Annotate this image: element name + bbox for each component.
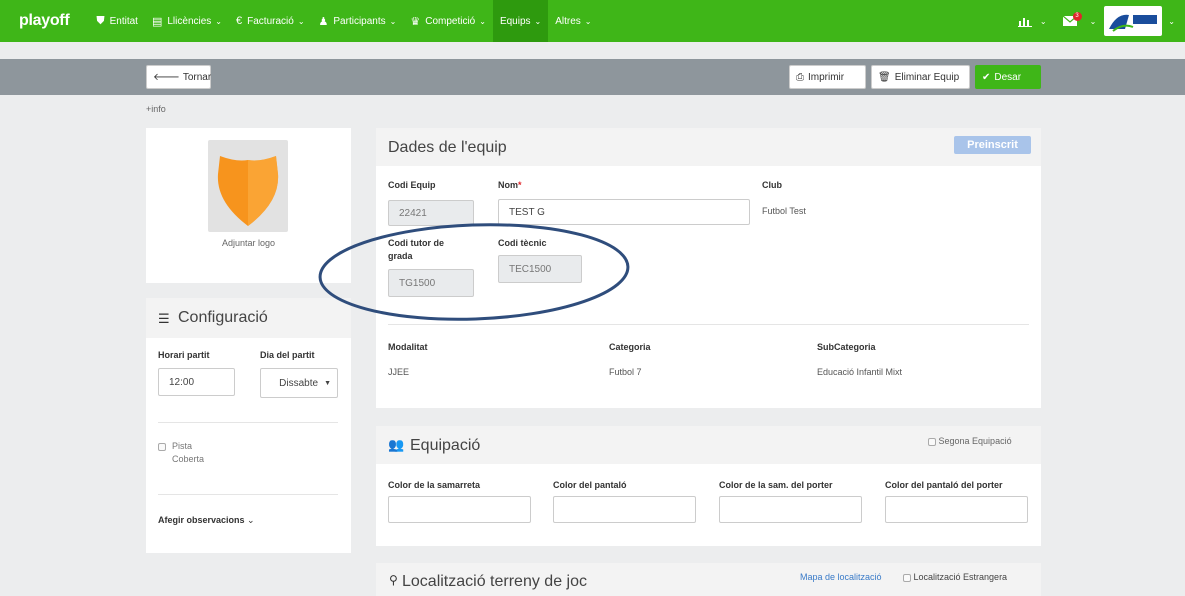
configuration-card: ☰ Configuració Horari partit Dia del par… <box>146 298 351 553</box>
status-badge: Preinscrit <box>954 136 1031 154</box>
bar-chart-icon <box>1017 17 1032 27</box>
delete-team-button[interactable]: 🗑 Eliminar Equip <box>871 65 970 89</box>
category-value: Futbol 7 <box>609 367 642 377</box>
trophy-icon: ♛ <box>410 15 421 28</box>
nav-item-entitat[interactable]: ⛊ Entitat <box>89 0 145 42</box>
tutor-code-input[interactable]: TG1500 <box>388 269 474 297</box>
match-day-select[interactable]: Dissabte ▼ <box>260 368 338 398</box>
tech-code-input[interactable]: TEC1500 <box>498 255 582 283</box>
nav-item-equips[interactable]: Equips ⌄ <box>492 0 549 42</box>
id-card-icon: ▤ <box>151 15 163 28</box>
attach-logo-link[interactable]: Adjuntar logo <box>146 238 351 248</box>
chevron-down-icon: ⌄ <box>1039 16 1047 26</box>
map-marker-icon: ⚲ <box>389 573 398 587</box>
nav-item-altres[interactable]: Altres ⌄ <box>548 0 598 42</box>
chevron-down-icon: ⌄ <box>534 16 542 26</box>
brand-logo[interactable]: playoff <box>19 12 70 30</box>
chevron-down-icon: ⌄ <box>215 16 222 26</box>
match-time-label: Horari partit <box>158 350 210 360</box>
kit-card: 👥 Equipació Segona Equipació Color de la… <box>376 426 1041 546</box>
users-icon: 👥 <box>388 437 405 452</box>
chevron-down-icon[interactable]: ⌄ <box>1168 17 1175 26</box>
action-bar: 🡐 Tornar ⎙ Imprimir 🗑 Eliminar Equip ✔ Desar <box>0 59 1185 95</box>
more-info-link[interactable]: +info <box>146 104 166 114</box>
nav-item-facturacio[interactable]: € Facturació ⌄ <box>229 0 312 42</box>
foreign-location-checkbox[interactable] <box>903 573 911 582</box>
nav-item-participants[interactable]: ♟ Participants ⌄ <box>312 0 404 42</box>
user-icon: ♟ <box>318 15 329 28</box>
kit-title: Equipació <box>410 437 481 454</box>
config-title: Configuració <box>178 309 268 326</box>
save-button[interactable]: ✔ Desar <box>975 65 1041 89</box>
shorts-color-label: Color del pantaló <box>553 480 627 490</box>
shirt-color-label: Color de la samarreta <box>388 480 481 490</box>
logo-placeholder[interactable] <box>208 140 288 232</box>
shirt-color-input[interactable] <box>388 496 531 523</box>
shorts-color-input[interactable] <box>553 496 696 523</box>
club-label: Club <box>762 180 782 190</box>
gk-shirt-color-label: Color de la sam. del porter <box>719 480 833 490</box>
match-day-label: Dia del partit <box>260 350 315 360</box>
location-map-link[interactable]: Mapa de localització <box>800 572 882 582</box>
gk-shorts-color-input[interactable] <box>885 496 1028 523</box>
team-code-input[interactable]: 22421 <box>388 200 474 226</box>
tech-code-label: Codi tècnic <box>498 238 547 248</box>
top-navbar: playoff ⛊ Entitat ▤ Llicències ⌄ € Facturaci… <box>0 0 1185 42</box>
trash-icon: 🗑 <box>878 71 891 83</box>
tutor-code-label-2: grada <box>388 251 413 261</box>
subcategory-value: Educació Infantil Mixt <box>817 367 903 377</box>
second-kit-checkbox[interactable] <box>928 437 936 446</box>
gk-shorts-color-label: Color del pantaló del porter <box>885 480 1003 490</box>
club-value: Futbol Test <box>762 206 806 216</box>
nav-item-llicencies[interactable]: ▤ Llicències ⌄ <box>145 0 229 42</box>
team-data-card: Dades de l'equip Preinscrit Codi Equip N… <box>376 128 1041 408</box>
team-data-title: Dades de l'equip <box>388 139 507 156</box>
location-title: Localització terreny de joc <box>402 573 587 590</box>
nav-item-competicio[interactable]: ♛ Competició ⌄ <box>403 0 493 42</box>
euro-icon: € <box>236 15 243 27</box>
list-icon: ☰ <box>158 311 170 326</box>
tutor-code-label: Codi tutor de <box>388 238 444 248</box>
organization-logo[interactable] <box>1104 6 1163 36</box>
match-time-input[interactable]: 12:00 <box>158 368 235 396</box>
back-button[interactable]: 🡐 Tornar <box>146 65 211 89</box>
printer-icon: ⎙ <box>796 71 804 83</box>
covered-court-label: Pista <box>172 441 193 451</box>
check-icon: ✔ <box>982 71 991 83</box>
subcategory-label: SubCategoria <box>817 342 876 352</box>
modality-value: JJEE <box>388 367 410 377</box>
team-code-label: Codi Equip <box>388 180 436 190</box>
foreign-location-toggle[interactable]: Localització Estrangera <box>903 572 1007 582</box>
covered-court-checkbox[interactable] <box>158 442 166 453</box>
arrow-left-icon: 🡐 <box>153 72 180 83</box>
second-kit-toggle[interactable]: Segona Equipació <box>928 436 1012 446</box>
location-card: ⚲ Localització terreny de joc Mapa de lo… <box>376 563 1041 596</box>
modality-label: Modalitat <box>388 342 428 352</box>
chevron-down-icon: ⌄ <box>1089 16 1097 26</box>
add-observations-link[interactable]: Afegir observacions ⌄ <box>158 515 255 526</box>
chevron-down-icon: ⌄ <box>479 16 486 26</box>
chevron-down-icon: ⌄ <box>297 16 305 26</box>
caret-down-icon: ▼ <box>324 379 331 387</box>
category-label: Categoria <box>609 342 651 352</box>
gk-shirt-color-input[interactable] <box>719 496 862 523</box>
team-name-label: Nom* <box>498 180 522 190</box>
chevron-down-icon: ⌄ <box>247 515 255 525</box>
covered-court-label-2: Coberta <box>172 454 205 464</box>
print-button[interactable]: ⎙ Imprimir <box>789 65 866 89</box>
stats-menu[interactable]: ⌄ <box>1010 0 1055 42</box>
messages-menu[interactable]: 3 ⌄ <box>1055 0 1105 42</box>
chevron-down-icon: ⌄ <box>389 16 397 26</box>
chevron-down-icon: ⌄ <box>584 16 592 26</box>
logo-card: Adjuntar logo <box>146 128 351 283</box>
notification-badge: 3 <box>1072 11 1082 21</box>
shield-icon <box>217 156 279 226</box>
team-name-input[interactable]: TEST G <box>498 199 750 225</box>
shield-icon: ⛊ <box>96 14 105 27</box>
